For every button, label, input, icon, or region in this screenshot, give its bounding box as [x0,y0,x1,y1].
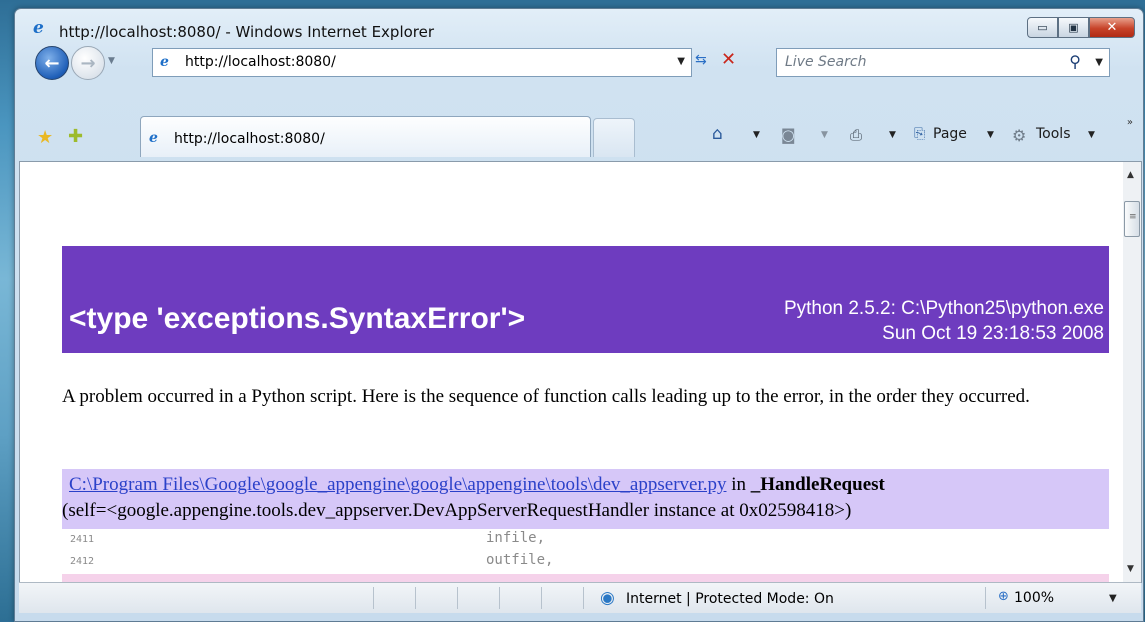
forward-button[interactable]: → [71,46,105,80]
grip-icon: ≡ [1129,212,1137,222]
status-divider [415,587,416,609]
tools-gear-icon: ⚙ [1012,126,1027,145]
error-heading-band: <type 'exceptions.SyntaxError'> Python 2… [62,246,1109,353]
page-favicon-icon: e [160,54,169,70]
print-icon[interactable]: ⎙ [850,126,862,144]
status-divider [373,587,374,609]
frame-in-text: in [731,474,747,495]
refresh-icon[interactable]: ⇆ [695,52,707,68]
tools-menu[interactable]: Tools [1036,126,1071,142]
scroll-up-arrow-icon[interactable]: ▲ [1127,170,1134,180]
address-dropdown[interactable]: ▼ [677,56,685,67]
tab-row: ★ ✚ e http://localhost:8080/ ⌂ ▼ ◙ ▼ ⎙ ▼… [15,113,1143,161]
code-line: 2411 infile, [62,530,1109,549]
zoom-dropdown[interactable]: ▼ [1109,593,1117,604]
vertical-scrollbar[interactable]: ▲ ≡ ▼ [1123,161,1142,583]
line-number: 2411 [70,534,95,545]
search-icon[interactable]: ⚲ [1069,52,1081,71]
code-text: outfile, [486,552,554,568]
tools-dropdown[interactable]: ▼ [1088,130,1095,140]
status-bar: ◉ Internet | Protected Mode: On ⊕ 100% ▼ [19,582,1141,613]
close-button[interactable]: ✕ [1089,17,1135,38]
line-number: 2412 [70,556,95,567]
page-content: <type 'exceptions.SyntaxError'> Python 2… [19,161,1125,583]
globe-icon: ◉ [600,588,615,608]
feeds-dropdown[interactable]: ▼ [821,130,828,140]
print-dropdown[interactable]: ▼ [889,130,896,140]
error-datetime: Sun Oct 19 23:18:53 2008 [882,323,1104,344]
address-text[interactable]: http://localhost:8080/ [185,54,336,70]
tab-label: http://localhost:8080/ [174,131,325,147]
more-commands-chevron-icon[interactable]: » [1127,117,1133,128]
search-input[interactable]: Live Search ⚲ ▼ [776,48,1110,77]
minimize-button[interactable]: ▭ [1027,17,1058,38]
search-options-dropdown[interactable]: ▼ [1095,57,1103,68]
home-icon[interactable]: ⌂ [712,124,723,144]
caption-buttons: ▭ ▣ ✕ [1027,17,1135,38]
address-bar[interactable]: e http://localhost:8080/ ▼ [152,48,692,77]
maximize-button[interactable]: ▣ [1058,17,1089,38]
navigation-bar: ← → ▼ e http://localhost:8080/ ▼ ⇆ ✕ Liv… [15,43,1143,83]
favorites-star-icon[interactable]: ★ [37,127,53,148]
page-icon: ⎘ [914,126,926,142]
code-line: 2412 outfile, [62,552,1109,571]
frame-args: (self=<google.appengine.tools.dev_appser… [62,500,852,521]
feeds-icon[interactable]: ◙ [781,126,796,144]
search-placeholder: Live Search [785,54,867,70]
back-arrow-icon: ← [44,52,60,74]
add-favorites-icon[interactable]: ✚ [68,126,83,147]
forward-arrow-icon: → [80,52,96,74]
status-divider [457,587,458,609]
scroll-down-arrow-icon[interactable]: ▼ [1127,564,1134,574]
intro-paragraph: A problem occurred in a Python script. H… [62,386,1030,407]
ie-logo-icon: e [33,18,44,38]
ie-window: e http://localhost:8080/ - Windows Inter… [14,8,1144,622]
recent-pages-dropdown[interactable]: ▼ [108,56,115,66]
tab-favicon-icon: e [149,130,158,146]
stack-frame-header: C:\Program Files\Google\google_appengine… [62,469,1109,529]
new-tab-button[interactable] [593,118,635,157]
security-zone[interactable]: Internet | Protected Mode: On [626,591,834,607]
page-menu[interactable]: Page [933,126,967,142]
scroll-thumb[interactable]: ≡ [1124,201,1140,237]
exception-title: <type 'exceptions.SyntaxError'> [69,302,526,335]
status-divider [499,587,500,609]
tab-localhost[interactable]: e http://localhost:8080/ [140,116,591,157]
back-button[interactable]: ← [35,46,69,80]
zoom-level[interactable]: 100% [1014,590,1054,606]
status-divider [583,587,584,609]
status-divider [985,587,986,609]
zoom-icon[interactable]: ⊕ [998,589,1009,604]
python-version: Python 2.5.2: C:\Python25\python.exe [783,298,1104,319]
code-text: infile, [486,530,546,546]
window-title: http://localhost:8080/ - Windows Interne… [59,23,435,41]
frame-function-name: _HandleRequest [750,474,885,495]
stop-icon[interactable]: ✕ [721,49,736,70]
page-dropdown[interactable]: ▼ [987,130,994,140]
frame-file-link[interactable]: C:\Program Files\Google\google_appengine… [69,474,727,495]
status-divider [541,587,542,609]
title-bar: e http://localhost:8080/ - Windows Inter… [15,9,1143,41]
home-dropdown[interactable]: ▼ [753,130,760,140]
